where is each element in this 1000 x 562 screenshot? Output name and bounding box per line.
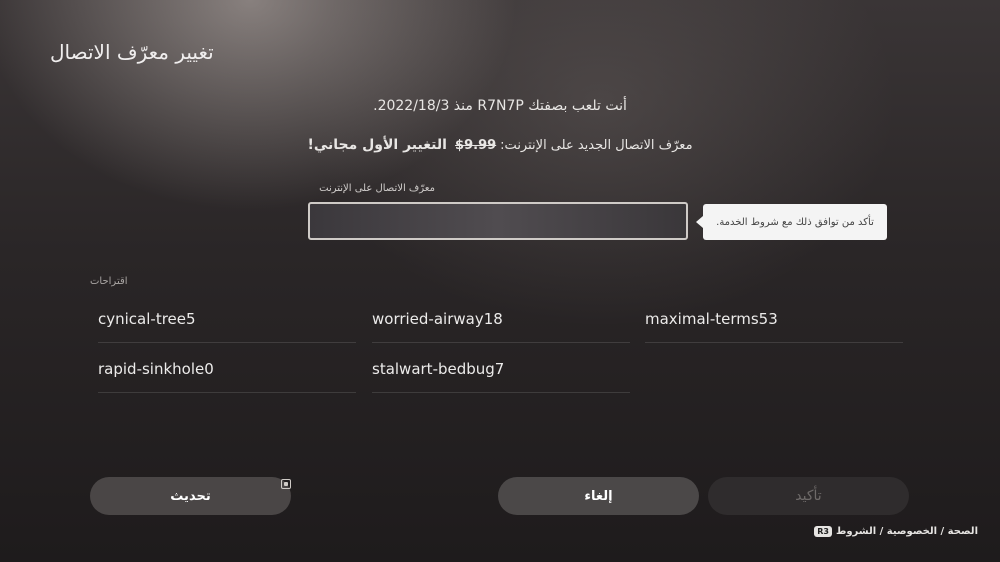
refresh-button-label: تحديث: [170, 488, 211, 504]
free-change-label: التغيير الأول مجاني!: [307, 137, 447, 153]
current-id-info: أنت تلعب بصفتك R7N7P منذ 2022/18/3.: [373, 98, 627, 114]
online-id-field-label: معرّف الاتصال على الإنترنت: [319, 183, 435, 194]
page-title: تغيير معرّف الاتصال: [50, 40, 214, 64]
old-price: 9.99$: [455, 138, 497, 153]
cancel-button[interactable]: إلغاء: [498, 477, 699, 515]
suggestion-item[interactable]: maximal-terms53: [645, 295, 903, 343]
refresh-button[interactable]: تحديث: [90, 477, 291, 515]
suggestion-item[interactable]: stalwart-bedbug7: [372, 345, 630, 393]
suggestion-item[interactable]: rapid-sinkhole0: [98, 345, 356, 393]
cancel-button-label: إلغاء: [584, 488, 613, 504]
new-id-prefix: معرّف الاتصال الجديد على الإنترنت:: [500, 138, 693, 153]
online-id-field[interactable]: [308, 202, 688, 240]
terms-tooltip: تأكد من توافق ذلك مع شروط الخدمة.: [696, 204, 887, 240]
suggestion-item[interactable]: cynical-tree5: [98, 295, 356, 343]
suggestions-label: اقتراحات: [90, 276, 128, 287]
footer-text[interactable]: الصحة / الخصوصية / الشروط: [836, 526, 978, 537]
pricing-info: معرّف الاتصال الجديد على الإنترنت:9.99$ …: [0, 137, 1000, 153]
confirm-button-label: تأكيد: [795, 488, 822, 504]
footer-links[interactable]: الصحة / الخصوصية / الشروط R3: [814, 526, 978, 537]
confirm-button[interactable]: تأكيد: [708, 477, 909, 515]
touchpad-icon: [281, 479, 291, 489]
online-id-input[interactable]: [310, 204, 686, 238]
r3-button-icon: R3: [814, 526, 832, 537]
suggestion-item[interactable]: worried-airway18: [372, 295, 630, 343]
